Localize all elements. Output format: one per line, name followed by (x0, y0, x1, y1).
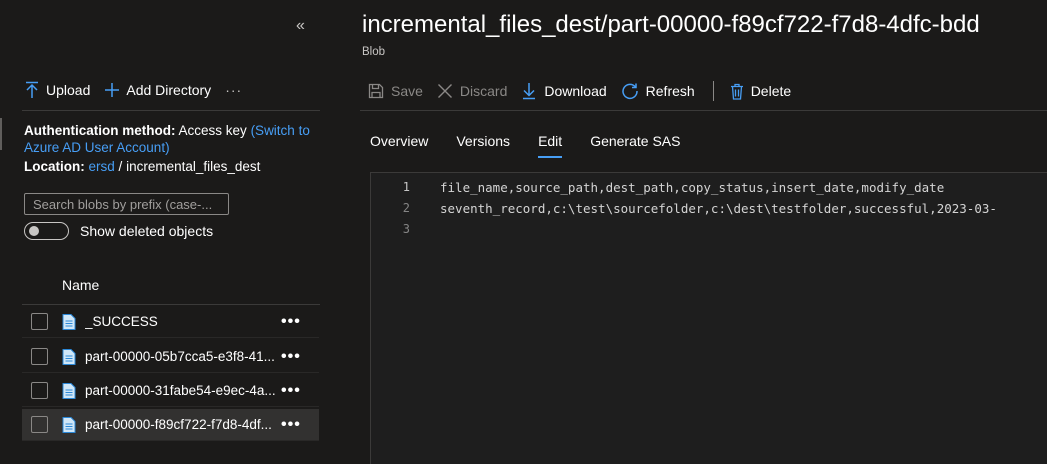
save-label: Save (391, 83, 423, 99)
show-deleted-row: Show deleted objects (24, 222, 213, 240)
collapse-panel-button[interactable]: « (296, 17, 305, 35)
divider (22, 110, 320, 111)
row-checkbox[interactable] (31, 382, 48, 399)
show-deleted-label: Show deleted objects (80, 223, 214, 239)
upload-button[interactable]: Upload (24, 81, 90, 99)
tab-generate-sas[interactable]: Generate SAS (590, 133, 680, 158)
download-icon (523, 83, 536, 100)
row-more-button[interactable]: ••• (281, 348, 301, 366)
save-icon (368, 83, 384, 99)
file-name[interactable]: part-00000-31fabe54-e9ec-4a... (85, 383, 281, 398)
name-column-header[interactable]: Name (62, 277, 99, 293)
list-item[interactable]: part-00000-31fabe54-e9ec-4a... ••• (22, 375, 319, 407)
discard-button[interactable]: Discard (437, 83, 507, 99)
row-more-button[interactable]: ••• (281, 382, 301, 400)
storage-browser-panel: « Upload Add Directory ··· Authenticatio… (0, 0, 340, 464)
code-content[interactable]: file_name,source_path,dest_path,copy_sta… (440, 177, 997, 240)
tab-versions[interactable]: Versions (456, 133, 510, 158)
code-line[interactable] (440, 219, 997, 240)
tab-edit[interactable]: Edit (538, 133, 563, 158)
file-name[interactable]: part-00000-f89cf722-f7d8-4df... (85, 417, 281, 432)
file-icon (62, 382, 76, 399)
divider (360, 110, 1047, 111)
close-icon (437, 84, 452, 98)
auth-method: Authentication method: Access key (Switc… (24, 122, 324, 156)
row-checkbox[interactable] (31, 348, 48, 365)
refresh-label: Refresh (645, 83, 695, 99)
show-deleted-toggle[interactable] (24, 222, 69, 240)
add-directory-label: Add Directory (126, 82, 212, 98)
blob-toolbar: Upload Add Directory ··· (24, 78, 242, 102)
file-icon (62, 416, 76, 433)
search-blobs-input[interactable]: Search blobs by prefix (case-... (24, 193, 229, 215)
side-accent (0, 118, 2, 150)
location-label: Location: (24, 159, 85, 174)
line-number: 1 (402, 180, 410, 194)
page-title: incremental_files_dest/part-00000-f89cf7… (362, 11, 980, 38)
upload-icon (26, 81, 38, 98)
plus-icon (105, 83, 120, 97)
location: Location: ersd / incremental_files_dest (24, 159, 260, 174)
toolbar-divider (712, 81, 714, 101)
more-actions-button[interactable]: ··· (225, 82, 242, 98)
blob-actions-toolbar: Save Discard Download Refresh Delete (368, 79, 805, 103)
list-item-selected[interactable]: part-00000-f89cf722-f7d8-4df... ••• (22, 409, 319, 441)
line-number: 3 (402, 222, 410, 236)
file-icon (62, 348, 76, 365)
delete-label: Delete (750, 83, 792, 99)
blob-tabs: Overview Versions Edit Generate SAS (370, 133, 708, 158)
auth-value: Access key (178, 123, 247, 138)
row-checkbox[interactable] (31, 416, 48, 433)
file-name[interactable]: part-00000-05b7cca5-e3f8-41... (85, 349, 281, 364)
upload-label: Upload (46, 82, 91, 98)
code-line[interactable]: seventh_record,c:\test\sourcefolder,c:\d… (440, 198, 997, 219)
row-checkbox[interactable] (31, 313, 48, 330)
save-button[interactable]: Save (368, 83, 423, 99)
refresh-button[interactable]: Refresh (621, 82, 695, 100)
page-subtitle: Blob (362, 46, 386, 58)
discard-label: Discard (459, 83, 508, 99)
code-line[interactable]: file_name,source_path,dest_path,copy_sta… (440, 177, 997, 198)
download-label: Download (544, 83, 607, 99)
file-icon (62, 313, 76, 330)
location-folder: incremental_files_dest (126, 159, 261, 174)
code-editor[interactable]: 1 2 3 file_name,source_path,dest_path,co… (370, 172, 1047, 464)
file-name[interactable]: _SUCCESS (85, 314, 281, 329)
auth-label: Authentication method: (24, 123, 176, 138)
blob-detail-panel: incremental_files_dest/part-00000-f89cf7… (340, 0, 1047, 464)
trash-icon (730, 83, 743, 100)
container-link[interactable]: ersd (89, 159, 115, 174)
delete-button[interactable]: Delete (730, 83, 791, 100)
list-item[interactable]: _SUCCESS ••• (22, 306, 319, 338)
refresh-icon (621, 83, 638, 100)
add-directory-button[interactable]: Add Directory (104, 82, 211, 98)
divider (22, 304, 320, 305)
line-number-gutter: 1 2 3 (371, 177, 416, 240)
row-more-button[interactable]: ••• (281, 313, 301, 331)
tab-overview[interactable]: Overview (370, 133, 428, 158)
line-number: 2 (402, 201, 410, 215)
toggle-knob (29, 226, 39, 236)
row-more-button[interactable]: ••• (281, 416, 301, 434)
download-button[interactable]: Download (521, 82, 607, 100)
location-separator: / (118, 159, 123, 174)
list-item[interactable]: part-00000-05b7cca5-e3f8-41... ••• (22, 341, 319, 373)
